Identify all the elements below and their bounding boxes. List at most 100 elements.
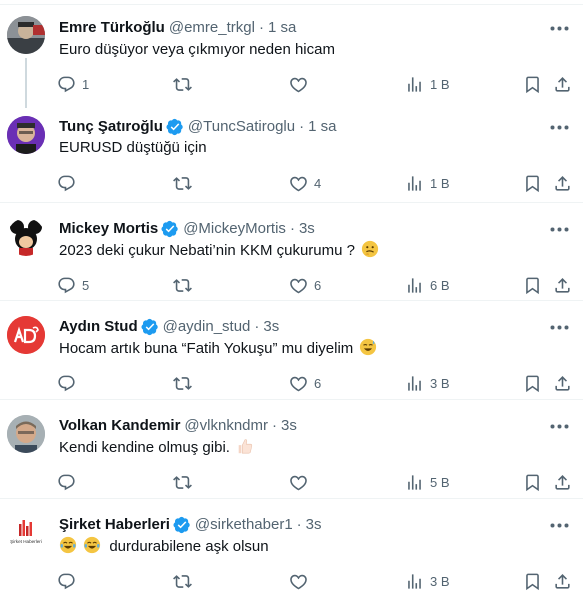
user-name[interactable]: Volkan Kandemir: [59, 416, 180, 436]
user-handle[interactable]: @TuncSatiroglu: [188, 117, 295, 137]
views-button[interactable]: 6 B: [405, 273, 450, 297]
tweet-aydin[interactable]: Aydın Stud @aydin_stud · 3s Hocam artık …: [0, 300, 583, 400]
user-name[interactable]: Aydın Stud: [59, 317, 138, 337]
more-options-icon[interactable]: [548, 218, 570, 240]
like-button[interactable]: [289, 470, 314, 494]
share-button[interactable]: [553, 171, 572, 195]
reply-icon: [58, 277, 75, 293]
bookmark-button[interactable]: [523, 371, 542, 395]
reply-button[interactable]: [57, 371, 82, 395]
user-name[interactable]: Mickey Mortis: [59, 219, 158, 239]
user-name[interactable]: Şirket Haberleri: [59, 515, 170, 535]
user-handle[interactable]: @emre_trkgl: [169, 18, 255, 38]
more-options-icon[interactable]: [548, 514, 570, 536]
action-bar: 4 1 B: [57, 171, 575, 195]
avatar[interactable]: [7, 415, 45, 453]
user-handle[interactable]: @MickeyMortis: [183, 219, 286, 239]
share-button[interactable]: [553, 72, 572, 96]
sweat-smile-emoji: [360, 338, 377, 356]
user-handle[interactable]: @sirkethaber1: [195, 515, 293, 535]
views-icon: [408, 175, 421, 191]
timestamp[interactable]: 3s: [299, 219, 315, 239]
retweet-button[interactable]: [173, 371, 198, 395]
views-button[interactable]: 3 B: [405, 371, 450, 395]
share-button[interactable]: [553, 569, 572, 593]
view-count: 1 B: [430, 76, 450, 92]
timestamp[interactable]: 3s: [306, 515, 322, 535]
timestamp[interactable]: 1 sa: [308, 117, 336, 137]
bookmark-button[interactable]: [523, 273, 542, 297]
tweet-text-container: durdurabilene aşk olsun: [59, 536, 269, 557]
avatar-caption: Şirket Haberleri: [10, 539, 42, 544]
share-button[interactable]: [553, 371, 572, 395]
bookmark-button[interactable]: [523, 72, 542, 96]
tweet-text: Kendi kendine olmuş gibi.: [59, 439, 230, 456]
views-button[interactable]: 1 B: [405, 72, 450, 96]
reply-icon: [58, 474, 75, 490]
tweet-text-container: 2023 deki çukur Nebati’nin KKM çukurumu …: [59, 240, 379, 261]
more-options-icon[interactable]: [548, 316, 570, 338]
views-button[interactable]: 5 B: [405, 470, 450, 494]
tweet-header: Mickey Mortis @MickeyMortis · 3s: [59, 219, 315, 239]
share-icon: [555, 277, 570, 293]
reply-button[interactable]: 5: [57, 273, 89, 297]
timestamp[interactable]: 3s: [263, 317, 279, 337]
heart-icon: [290, 77, 307, 92]
reply-button[interactable]: [57, 569, 82, 593]
like-button[interactable]: [289, 72, 314, 96]
avatar[interactable]: [7, 218, 45, 256]
heart-icon: [290, 376, 307, 391]
retweet-button[interactable]: [173, 273, 198, 297]
verified-badge-icon[interactable]: [166, 118, 184, 136]
like-button[interactable]: 6: [289, 273, 321, 297]
timestamp[interactable]: 1 sa: [268, 18, 296, 38]
verified-badge-icon[interactable]: [141, 318, 159, 336]
retweet-icon: [173, 278, 192, 292]
share-button[interactable]: [553, 273, 572, 297]
more-options-icon[interactable]: [548, 116, 570, 138]
retweet-button[interactable]: [173, 470, 198, 494]
tweet-volkan[interactable]: Volkan Kandemir @vlknkndmr · 3s Kendi ke…: [0, 399, 583, 499]
avatar[interactable]: [7, 116, 45, 154]
tweet-emre[interactable]: Emre Türkoğlu @emre_trkgl · 1 sa Euro dü…: [0, 5, 583, 108]
views-button[interactable]: 1 B: [405, 171, 450, 195]
reply-button[interactable]: [57, 171, 82, 195]
retweet-icon: [173, 176, 192, 190]
more-options-icon[interactable]: [548, 17, 570, 39]
reply-button[interactable]: [57, 470, 82, 494]
user-handle[interactable]: @aydin_stud: [163, 317, 251, 337]
tweet-text-container: Hocam artık buna “Fatih Yokuşu” mu diyel…: [59, 338, 377, 359]
timestamp[interactable]: 3s: [281, 416, 297, 436]
view-count: 3 B: [430, 573, 450, 589]
like-button[interactable]: 4: [289, 171, 321, 195]
avatar[interactable]: [7, 316, 45, 354]
retweet-button[interactable]: [173, 72, 198, 96]
tweet-text: durdurabilene aşk olsun: [109, 538, 269, 555]
action-bar: 5 B: [57, 470, 575, 494]
like-button[interactable]: [289, 569, 314, 593]
joy-emoji: [84, 536, 101, 554]
avatar[interactable]: Şirket Haberleri: [7, 514, 45, 552]
action-bar: 1 1 B: [57, 72, 575, 96]
user-handle[interactable]: @vlknkndmr: [184, 416, 268, 436]
separator-dot: ·: [289, 220, 295, 237]
reply-button[interactable]: 1: [57, 72, 89, 96]
share-button[interactable]: [553, 470, 572, 494]
tweet-tunc[interactable]: Tunç Şatıroğlu @TuncSatiroglu · 1 sa EUR…: [0, 101, 583, 202]
verified-badge-icon[interactable]: [173, 516, 191, 534]
tweet-mickey[interactable]: Mickey Mortis @MickeyMortis · 3s 2023 de…: [0, 202, 583, 301]
retweet-button[interactable]: [173, 569, 198, 593]
bookmark-button[interactable]: [523, 171, 542, 195]
avatar[interactable]: [7, 16, 45, 54]
reply-count: 5: [82, 277, 90, 293]
tweet-sirket[interactable]: Şirket Haberleri Şirket Haberleri @sirke…: [0, 498, 583, 600]
user-name[interactable]: Tunç Şatıroğlu: [59, 117, 163, 137]
views-button[interactable]: 3 B: [405, 569, 450, 593]
user-name[interactable]: Emre Türkoğlu: [59, 18, 165, 38]
more-options-icon[interactable]: [548, 415, 570, 437]
verified-badge-icon[interactable]: [161, 220, 179, 238]
retweet-button[interactable]: [173, 171, 198, 195]
bookmark-button[interactable]: [523, 470, 542, 494]
bookmark-button[interactable]: [523, 569, 542, 593]
like-button[interactable]: 6: [289, 371, 321, 395]
